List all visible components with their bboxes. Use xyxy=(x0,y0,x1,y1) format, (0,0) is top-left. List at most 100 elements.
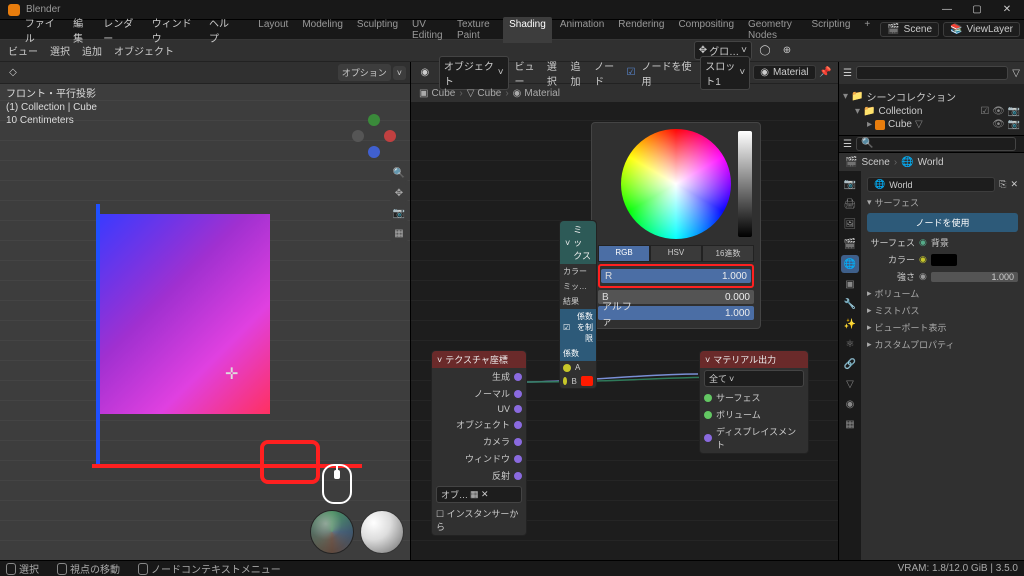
sock-window[interactable] xyxy=(514,455,522,463)
tab-layout[interactable]: Layout xyxy=(252,17,294,43)
hdri-preview-sphere[interactable] xyxy=(310,510,354,554)
sock-reflection[interactable] xyxy=(514,472,522,480)
scene-selector[interactable]: 🎬 Scene xyxy=(880,22,939,37)
nh-view[interactable]: ビュー xyxy=(515,58,541,88)
matout-target[interactable]: 全て ˅ xyxy=(704,370,804,387)
material-output-node[interactable]: ˅ マテリアル出力 全て ˅ サーフェス ボリューム ディスプレイスメント xyxy=(699,350,809,454)
bc-obj[interactable]: ▣ Cube xyxy=(419,88,455,99)
nh-select[interactable]: 選択 xyxy=(547,58,565,88)
sock-camera[interactable] xyxy=(514,438,522,446)
ptab-viewlayer[interactable]: 🖼 xyxy=(841,215,859,233)
panel-surface[interactable]: ▾ サーフェス xyxy=(867,194,1018,211)
texcoord-node[interactable]: ˅ テクスチャ座標 生成 ノーマル UV オブジェクト カメラ ウィンドウ 反射… xyxy=(431,350,527,536)
gizmo-neg-icon[interactable] xyxy=(352,130,364,142)
texcoord-header[interactable]: ˅ テクスチャ座標 xyxy=(432,351,526,368)
zoom-icon[interactable]: 🔍 xyxy=(390,164,408,182)
sock-displacement[interactable] xyxy=(704,434,712,442)
unlink-icon[interactable]: ✕ xyxy=(1010,179,1018,190)
viewlayer-selector[interactable]: 📚 ViewLayer xyxy=(943,22,1020,37)
world-datablock[interactable]: 🌐 World xyxy=(867,177,995,192)
r-field[interactable]: R 1.000 xyxy=(601,269,751,283)
persp-icon[interactable]: ▦ xyxy=(390,224,408,242)
ptab-material[interactable]: ◉ xyxy=(841,395,859,413)
matcap-preview-sphere[interactable] xyxy=(360,510,404,554)
menu-help[interactable]: ヘルプ xyxy=(205,13,240,47)
panel-viewport[interactable]: ▸ ビューポート表示 xyxy=(867,319,1018,336)
ptab-object[interactable]: ▣ xyxy=(841,275,859,293)
instancer-check[interactable]: ☐ インスタンサーから xyxy=(436,507,522,533)
node-editor-type-icon[interactable]: ◉ xyxy=(417,65,433,81)
ptab-physics[interactable]: ⚛ xyxy=(841,335,859,353)
options-chevron[interactable]: ˅ xyxy=(393,66,406,80)
sock-surface[interactable] xyxy=(704,394,712,402)
mix-a-socket[interactable]: A xyxy=(575,363,580,372)
ptab-output[interactable]: 🖨 xyxy=(841,195,859,213)
camera-icon[interactable]: 📷 xyxy=(390,204,408,222)
ptab-texture[interactable]: ▦ xyxy=(841,415,859,433)
mix-node[interactable]: ˅ ミックス カラー ミッ… 結果 ☑ 係数を制限 係数 A B xyxy=(559,220,597,389)
cube-object[interactable] xyxy=(100,214,270,414)
tab-shading[interactable]: Shading xyxy=(503,17,552,43)
tab-compositing[interactable]: Compositing xyxy=(672,17,740,43)
gizmo-y-icon[interactable] xyxy=(368,114,380,126)
tab-hex[interactable]: 16進数 xyxy=(702,245,754,262)
strength-field[interactable]: 1.000 xyxy=(931,272,1018,282)
material-selector[interactable]: ◉ Material xyxy=(753,65,815,80)
alpha-field[interactable]: アルファ 1.000 xyxy=(598,306,754,320)
nav-gizmo[interactable] xyxy=(352,114,396,158)
ptab-scene[interactable]: 🎬 xyxy=(841,235,859,253)
matout-header[interactable]: ˅ マテリアル出力 xyxy=(700,351,808,368)
window-maximize-button[interactable]: ▢ xyxy=(962,0,992,20)
tab-scripting[interactable]: Scripting xyxy=(805,17,856,43)
sock-volume[interactable] xyxy=(704,411,712,419)
tree-cube[interactable]: ▸ Cube ▽👁 📷 xyxy=(843,118,1020,131)
tb-add[interactable]: 追加 xyxy=(78,41,106,60)
filter-icon[interactable]: ▽ xyxy=(1012,68,1020,79)
tb-view[interactable]: ビュー xyxy=(4,41,42,60)
ptab-constraint[interactable]: 🔗 xyxy=(841,355,859,373)
tab-texturepaint[interactable]: Texture Paint xyxy=(451,17,501,43)
sock-object[interactable] xyxy=(514,421,522,429)
mix-b-color[interactable] xyxy=(581,376,593,386)
outliner-search[interactable] xyxy=(856,66,1008,80)
nh-add[interactable]: 追加 xyxy=(571,58,589,88)
bc-mat[interactable]: ◉ Material xyxy=(513,88,560,99)
tab-animation[interactable]: Animation xyxy=(554,17,610,43)
use-nodes-check[interactable]: ノードを使用 xyxy=(641,58,694,88)
ptab-particles[interactable]: ✨ xyxy=(841,315,859,333)
window-minimize-button[interactable]: — xyxy=(932,0,962,20)
tree-scene-collection[interactable]: ▾📁 シーンコレクション xyxy=(843,88,1020,105)
node-canvas[interactable]: RGB HSV 16進数 R 1.000 B 0.000 アルファ 1.000 xyxy=(411,102,838,560)
slot-dropdown[interactable]: スロット1 ˅ xyxy=(700,56,750,90)
pin-icon[interactable]: 📌 xyxy=(819,65,832,81)
tab-modeling[interactable]: Modeling xyxy=(296,17,349,43)
tab-sculpting[interactable]: Sculpting xyxy=(351,17,404,43)
texcoord-object-field[interactable]: オブ… ▦ ✕ xyxy=(436,486,522,503)
panel-mist[interactable]: ▸ ミストパス xyxy=(867,302,1018,319)
surface-value[interactable]: 背景 xyxy=(931,236,949,249)
move-icon[interactable]: ✥ xyxy=(390,184,408,202)
tree-collection[interactable]: ▾📁 Collection☑ 👁 📷 xyxy=(843,105,1020,118)
color-wheel[interactable] xyxy=(621,129,731,239)
sock-normal[interactable] xyxy=(514,390,522,398)
window-close-button[interactable]: ✕ xyxy=(992,0,1022,20)
sock-generated[interactable] xyxy=(514,373,522,381)
props-search[interactable]: 🔍 xyxy=(856,137,1016,151)
ptab-modifier[interactable]: 🔧 xyxy=(841,295,859,313)
bc-mesh[interactable]: ▽ Cube xyxy=(467,88,502,99)
use-nodes-button[interactable]: ノードを使用 xyxy=(867,213,1018,232)
tab-hsv[interactable]: HSV xyxy=(650,245,702,262)
mix-b-socket[interactable]: B xyxy=(571,377,576,386)
viewport-canvas[interactable]: フロント・平行投影 (1) Collection | Cube 10 Centi… xyxy=(0,84,410,560)
blender-menu-icon[interactable] xyxy=(4,23,17,37)
value-slider[interactable] xyxy=(738,131,752,237)
nh-node[interactable]: ノード xyxy=(594,58,620,88)
panel-custom[interactable]: ▸ カスタムプロパティ xyxy=(867,336,1018,353)
tab-add[interactable]: + xyxy=(858,17,876,43)
panel-volume[interactable]: ▸ ボリューム xyxy=(867,285,1018,302)
new-world-icon[interactable]: ⎘ xyxy=(999,179,1006,190)
props-type-icon[interactable]: ☰ xyxy=(843,139,852,150)
gizmo-x-icon[interactable] xyxy=(384,130,396,142)
gizmo-z-icon[interactable] xyxy=(368,146,380,158)
tb-object[interactable]: オブジェクト xyxy=(110,41,178,60)
